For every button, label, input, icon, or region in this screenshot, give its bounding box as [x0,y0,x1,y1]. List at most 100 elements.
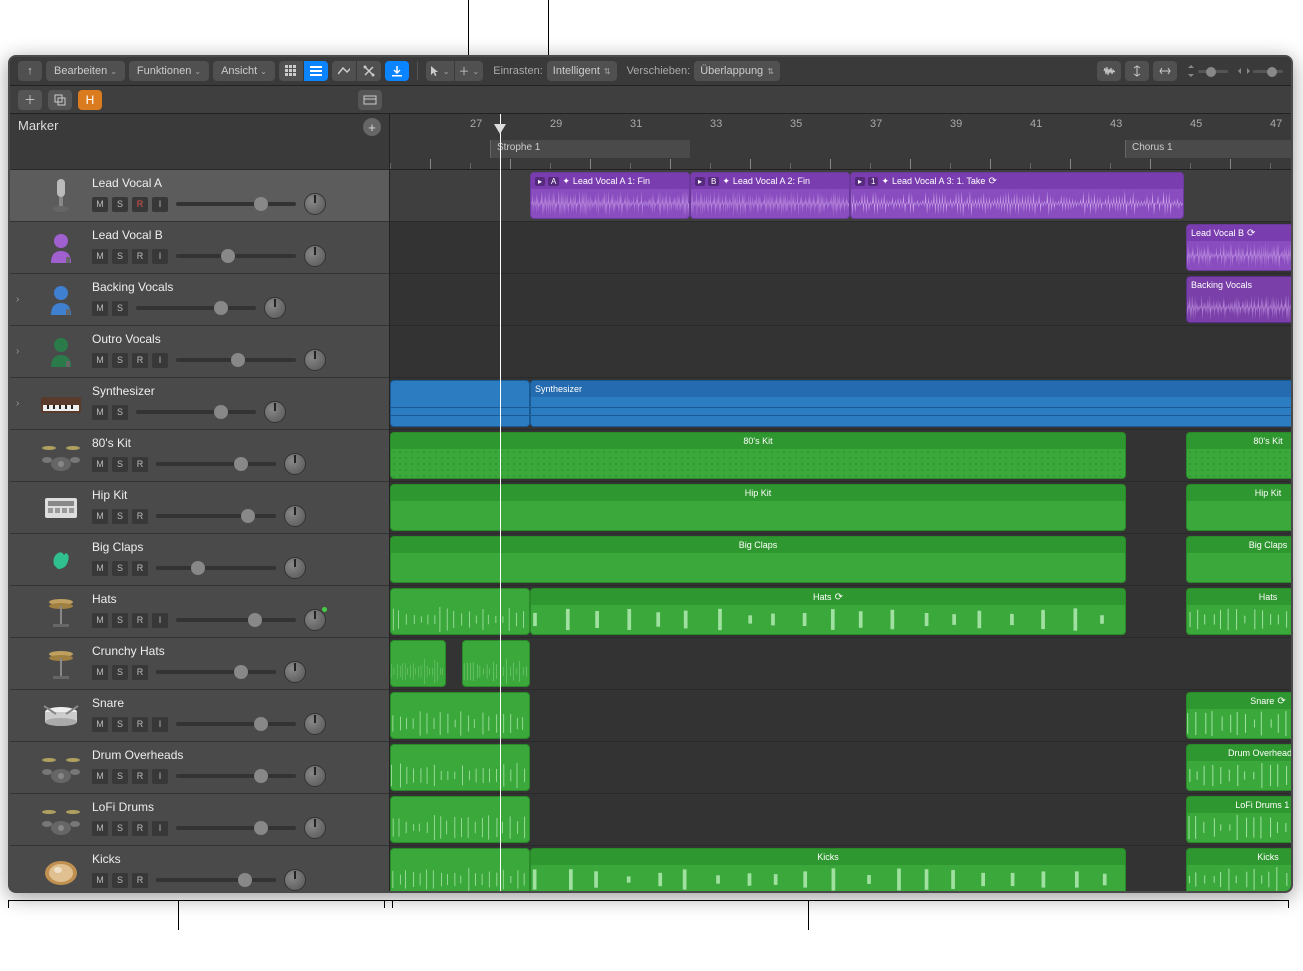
add-marker-button[interactable]: + [363,118,381,136]
m-button[interactable]: M [92,301,108,316]
region[interactable]: Kicks [1186,848,1291,891]
i-button[interactable]: I [152,197,168,212]
arrangement-marker[interactable]: Chorus 1 [1125,140,1291,158]
pan-knob[interactable] [284,661,306,683]
pan-knob[interactable] [304,245,326,267]
m-button[interactable]: M [92,457,108,472]
r-button[interactable]: R [132,561,148,576]
volume-slider[interactable] [176,722,296,726]
pointer-tool[interactable]: ⌄ [426,61,454,81]
m-button[interactable]: M [92,873,108,888]
track-header[interactable]: Hip Kit MSR [10,482,389,534]
v-zoom-slider[interactable] [1187,65,1228,77]
track-header[interactable]: Hats MSRI [10,586,389,638]
region[interactable]: Big Claps [1186,536,1291,583]
add-track-button[interactable]: ＋ [18,90,42,110]
region[interactable]: Backing Vocals [1186,276,1291,323]
volume-slider[interactable] [176,774,296,778]
r-button[interactable]: R [132,353,148,368]
pan-knob[interactable] [304,765,326,787]
r-button[interactable]: R [132,249,148,264]
pan-knob[interactable] [264,297,286,319]
region[interactable]: Lead Vocal B⟳ [1186,224,1291,271]
i-button[interactable]: I [152,821,168,836]
region[interactable]: LoFi Drums 1⟳ [1186,796,1291,843]
m-button[interactable]: M [92,665,108,680]
track-header[interactable]: Drum Overheads MSRI [10,742,389,794]
functions-menu[interactable]: Funktionen ⌄ [129,61,209,81]
region[interactable] [390,380,530,427]
track-header[interactable]: Big Claps MSR [10,534,389,586]
track-lane[interactable]: Big ClapsBig Claps [390,534,1291,586]
track-lane[interactable]: 80's Kit80's Kit [390,430,1291,482]
volume-slider[interactable] [176,826,296,830]
region[interactable]: Kicks [530,848,1126,891]
region[interactable] [390,848,530,891]
s-button[interactable]: S [112,301,128,316]
ruler[interactable]: 2729313335373941434547 Strophe 1Chorus 1 [390,114,1291,170]
region[interactable] [390,796,530,843]
region[interactable]: 80's Kit [1186,432,1291,479]
snap-select[interactable]: Intelligent ⇅ [547,61,617,81]
flex-button[interactable] [357,61,381,81]
track-lane[interactable]: Drum Overheads⟳ [390,742,1291,794]
volume-slider[interactable] [176,202,296,206]
pan-knob[interactable] [284,505,306,527]
region[interactable] [390,692,530,739]
m-button[interactable]: M [92,353,108,368]
disclosure-triangle[interactable]: › [16,294,30,305]
arrangement-marker[interactable]: Strophe 1 [490,140,690,158]
m-button[interactable]: M [92,249,108,264]
m-button[interactable]: M [92,769,108,784]
edit-menu[interactable]: Bearbeiten ⌄ [46,61,125,81]
region[interactable]: Snare⟳ [1186,692,1291,739]
s-button[interactable]: S [112,821,128,836]
marquee-tool[interactable]: ＋ ⌄ [455,61,484,81]
s-button[interactable]: S [112,717,128,732]
view-menu[interactable]: Ansicht ⌄ [213,61,275,81]
track-header[interactable]: › Backing Vocals MS [10,274,389,326]
disclosure-triangle[interactable]: › [16,346,30,357]
pan-knob[interactable] [304,817,326,839]
arrange-area[interactable]: 2729313335373941434547 Strophe 1Chorus 1… [390,114,1291,891]
track-header[interactable]: LoFi Drums MSRI [10,794,389,846]
track-lane[interactable]: Hip KitHip Kit [390,482,1291,534]
r-button[interactable]: R [132,769,148,784]
automation-button[interactable] [332,61,356,81]
s-button[interactable]: S [112,249,128,264]
s-button[interactable]: S [112,873,128,888]
pan-knob[interactable] [304,713,326,735]
track-lane[interactable]: Backing Vocals [390,274,1291,326]
pan-knob[interactable] [284,557,306,579]
i-button[interactable]: I [152,769,168,784]
m-button[interactable]: M [92,405,108,420]
track-lane[interactable]: Lead Vocal B⟳ [390,222,1291,274]
pan-knob[interactable] [304,349,326,371]
r-button[interactable]: R [132,665,148,680]
shift-select[interactable]: Überlappung ⇅ [694,61,780,81]
m-button[interactable]: M [92,509,108,524]
volume-slider[interactable] [136,410,256,414]
region[interactable]: ▸B✦Lead Vocal A 2: Fin [690,172,850,219]
track-header[interactable]: 80's Kit MSR [10,430,389,482]
disclosure-triangle[interactable]: › [16,398,30,409]
global-tracks-button[interactable] [358,90,382,110]
s-button[interactable]: S [112,457,128,472]
i-button[interactable]: I [152,249,168,264]
pan-knob[interactable] [304,609,326,631]
list-view-button[interactable] [304,61,328,81]
volume-slider[interactable] [176,618,296,622]
region[interactable]: ▸A✦Lead Vocal A 1: Fin [530,172,690,219]
region[interactable]: Synthesizer [530,380,1291,427]
h-button[interactable]: H [78,90,102,110]
s-button[interactable]: S [112,561,128,576]
m-button[interactable]: M [92,561,108,576]
pan-knob[interactable] [284,869,306,891]
s-button[interactable]: S [112,665,128,680]
h-zoom-slider[interactable] [1238,67,1283,75]
up-arrow-button[interactable]: ↑ [18,61,42,81]
r-button[interactable]: R [132,509,148,524]
i-button[interactable]: I [152,717,168,732]
m-button[interactable]: M [92,197,108,212]
r-button[interactable]: R [132,457,148,472]
